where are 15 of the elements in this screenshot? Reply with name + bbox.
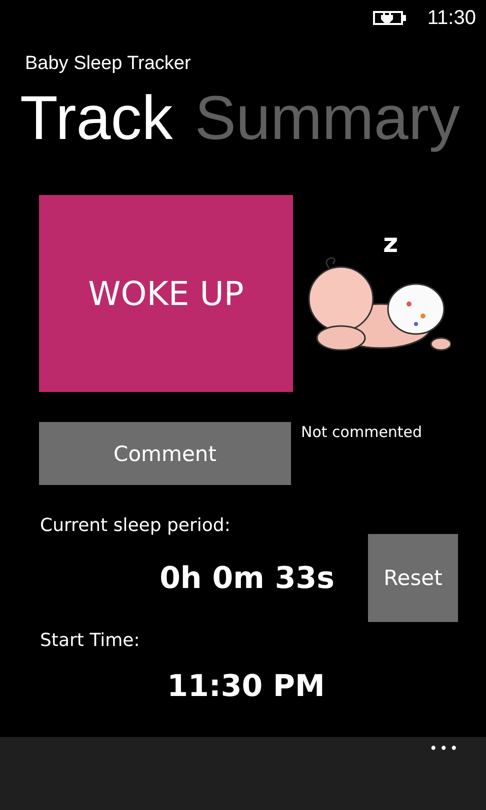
woke-up-button[interactable]: WOKE UP (39, 195, 293, 392)
start-time-label: Start Time: (40, 630, 141, 651)
app-title: Baby Sleep Tracker (25, 53, 192, 75)
comment-button[interactable]: Comment (39, 422, 291, 485)
sleep-period-label: Current sleep period: (40, 515, 232, 536)
sleep-period-value: 0h 0m 33s (158, 560, 336, 596)
more-button[interactable]: ••• (429, 741, 460, 757)
sleep-mark: z (383, 228, 398, 258)
start-time-value: 11:30 PM (167, 669, 325, 704)
comment-status: Not commented (301, 423, 422, 441)
battery-charging-icon (373, 10, 408, 26)
reset-button[interactable]: Reset (368, 534, 458, 622)
pivot-header[interactable]: Track (20, 81, 173, 157)
clock-time: 11:30 (427, 6, 476, 30)
pivot-header[interactable]: Summary (194, 81, 460, 157)
